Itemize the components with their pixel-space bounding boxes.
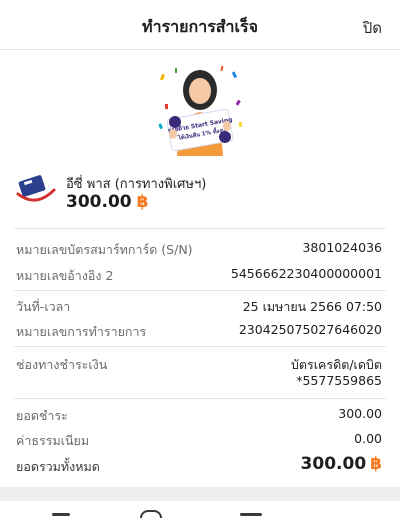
summary-label: ยอดรวมทั้งหมด <box>16 459 100 474</box>
payment-amount: 300.00 ฿ <box>66 192 148 212</box>
total-amount: 300.00 ฿ <box>301 454 382 474</box>
baht-icon: ฿ <box>370 454 382 474</box>
detail-value: 3801024036 <box>302 240 382 255</box>
detail-value: 5456662230400000001 <box>230 266 382 281</box>
divider <box>14 290 386 291</box>
detail-row-card-sn: หมายเลขบัตรสมาร์ทการ์ด (S/N) 3801024036 <box>16 240 382 262</box>
detail-row-channel: ช่องทางชำระเงิน บัตรเครดิต/เดบิต *557755… <box>16 355 382 395</box>
summary-row-fee: ค่าธรรมเนียม 0.00 <box>16 431 382 453</box>
detail-row-txn-no: หมายเลขการทำรายการ 230425075027646020 <box>16 322 382 344</box>
merchant-section: อีซี่ พาส (การทางพิเศษฯ) 300.00 ฿ <box>0 168 400 224</box>
detail-label: หมายเลขการทำรายการ <box>16 324 147 339</box>
detail-value: 25 เมษายน 2566 07:50 <box>242 299 382 314</box>
divider <box>14 398 386 399</box>
share-icon[interactable] <box>52 513 70 516</box>
detail-row-ref2: หมายเลขอ้างอิง 2 5456662230400000001 <box>16 266 382 288</box>
amount-value: 300.00 <box>66 192 132 212</box>
detail-label: หมายเลขบัตรสมาร์ทการ์ด (S/N) <box>16 242 193 257</box>
home-icon[interactable] <box>140 510 162 518</box>
summary-value: 0.00 <box>354 431 382 446</box>
summary-value: 300.00 <box>338 406 382 421</box>
detail-label: ช่องทางชำระเงิน <box>16 357 108 372</box>
bottom-action-bar <box>0 501 400 520</box>
summary-row-total: ยอดรวมทั้งหมด 300.00 ฿ <box>16 454 382 479</box>
promo-banner[interactable]: จ่ายด้วย Start Saving ได้เงินคืน 1% ทั้ง… <box>0 50 400 160</box>
footer-separator <box>0 487 400 501</box>
save-icon[interactable] <box>240 513 262 516</box>
detail-value: 230425075027646020 <box>238 322 382 337</box>
card-number-masked: *5577559865 <box>296 373 382 388</box>
summary-label: ค่าธรรมเนียม <box>16 433 90 448</box>
summary-label: ยอดชำระ <box>16 408 68 423</box>
easypass-logo-icon <box>16 175 56 202</box>
page-title: ทำรายการสำเร็จ <box>142 17 258 36</box>
header-bar: ทำรายการสำเร็จ ปิด <box>0 0 400 50</box>
baht-icon: ฿ <box>136 192 149 212</box>
summary-row-paid: ยอดชำระ 300.00 <box>16 406 382 428</box>
detail-value: บัตรเครดิต/เดบิต <box>290 357 382 372</box>
detail-label: วันที่-เวลา <box>16 299 71 314</box>
promo-illustration: จ่ายด้วย Start Saving ได้เงินคืน 1% ทั้ง… <box>158 65 242 156</box>
divider <box>14 228 386 229</box>
detail-row-datetime: วันที่-เวลา 25 เมษายน 2566 07:50 <box>16 297 382 319</box>
close-button[interactable]: ปิด <box>363 16 382 40</box>
merchant-name: อีซี่ พาส (การทางพิเศษฯ) <box>66 177 207 192</box>
total-value: 300.00 <box>300 454 367 474</box>
detail-label: หมายเลขอ้างอิง 2 <box>16 268 114 283</box>
divider <box>14 346 386 347</box>
